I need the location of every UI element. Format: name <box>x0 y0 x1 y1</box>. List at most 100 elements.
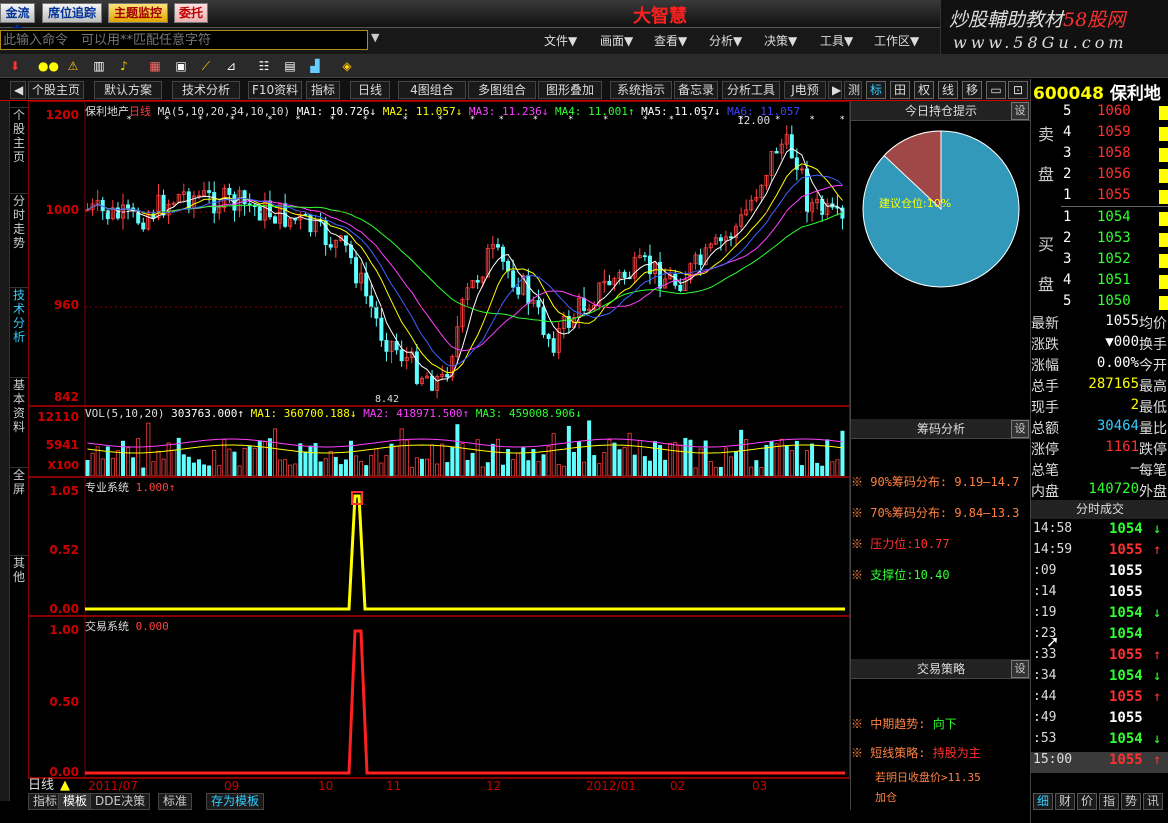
tab-indicator[interactable]: 指标 <box>306 81 340 99</box>
volume-bar <box>805 450 810 476</box>
tab-prev[interactable]: ◀ <box>10 81 26 99</box>
quote-tab[interactable]: 财 <box>1055 793 1075 810</box>
chevron-down-icon[interactable]: ▼ <box>371 31 379 44</box>
tab-overlay[interactable]: 图形叠加 <box>538 81 602 99</box>
menu-tools[interactable]: 工具▼ <box>820 32 853 49</box>
level: 3 <box>1063 251 1072 267</box>
sell-row: 5 1060 <box>1031 103 1168 124</box>
tick-time: :53 <box>1033 731 1057 746</box>
menu-workspace[interactable]: 工作区▼ <box>874 32 919 49</box>
vtab-other[interactable]: 其他 <box>10 555 28 584</box>
tab-daily[interactable]: 日线 <box>350 81 390 99</box>
menu-file[interactable]: 文件▼ <box>544 32 577 49</box>
tab-analysis-tools[interactable]: 分析工具 <box>722 81 780 99</box>
candle-body <box>789 134 794 159</box>
vtab-intraday[interactable]: 分时走势 <box>10 193 28 250</box>
volume-bar <box>556 464 561 476</box>
command-input[interactable] <box>0 30 368 50</box>
tab-test[interactable]: 测 <box>844 81 862 99</box>
volume-bar <box>293 463 298 476</box>
volume-bar <box>582 461 587 476</box>
menu-look[interactable]: 查看▼ <box>654 32 687 49</box>
draw-tool-icon[interactable]: ⊿ <box>222 57 240 75</box>
tab-memo[interactable]: 备忘录 <box>674 81 718 99</box>
candle-body <box>774 151 779 154</box>
volume-bar <box>592 455 597 476</box>
quote-tab[interactable]: 势 <box>1121 793 1141 810</box>
line-tool-icon[interactable]: ⟋ <box>197 57 215 75</box>
star-icon: ※ <box>851 537 871 551</box>
screen-icon[interactable]: ▤ <box>281 57 299 75</box>
pro-system-pane[interactable]: 1.05 0.52 0.00 专业系统 1.000↑ <box>28 477 850 616</box>
toolbar-dots-icon[interactable]: ●● <box>38 57 59 75</box>
vtab-fullscreen[interactable]: 全屏 <box>10 467 28 496</box>
volume-bar <box>338 464 343 476</box>
quote-tab[interactable]: 价 <box>1077 793 1097 810</box>
level: 4 <box>1063 124 1072 140</box>
holdings-settings-button[interactable]: 设 <box>1011 102 1029 120</box>
quote-tab[interactable]: 细 <box>1033 793 1053 810</box>
vtab-fundamentals[interactable]: 基本资料 <box>10 377 28 434</box>
tab-stock-home[interactable]: 个股主页 <box>28 81 84 99</box>
bottom-tab-standard[interactable]: 标准 <box>158 793 193 810</box>
money-flow-button[interactable]: 金流向 <box>0 3 35 38</box>
tab-tech-analysis[interactable]: 技术分析 <box>172 81 240 99</box>
columns-icon[interactable]: ▥ <box>90 57 108 75</box>
trade-system-pane[interactable]: 1.00 0.50 0.00 交易系统 0.000 <box>28 616 850 779</box>
diamond-icon[interactable]: ◈ <box>338 57 356 75</box>
pro-system-header: 专业系统 1.000↑ <box>85 481 176 494</box>
bottom-tab-dde[interactable]: DDE决策 <box>90 793 151 810</box>
down-arrow-icon[interactable]: ⬇ <box>6 57 24 75</box>
menu-decision[interactable]: 决策▼ <box>764 32 797 49</box>
bottom-tab-template[interactable]: 模板 <box>58 793 93 810</box>
candle-body <box>729 236 734 239</box>
chips-settings-button[interactable]: 设 <box>1011 420 1029 438</box>
volume-bar <box>820 465 825 476</box>
quote-tab[interactable]: 指 <box>1099 793 1119 810</box>
y-label: 960 <box>53 298 79 312</box>
theme-monitor-button[interactable]: 主题监控 <box>108 3 168 23</box>
volume-bar <box>232 451 237 476</box>
tick-row: 14:58 1054 ↓ <box>1031 521 1168 542</box>
chart-icon[interactable]: ▦ <box>146 57 164 75</box>
tab-next[interactable]: ▶ <box>828 81 842 99</box>
menu-view[interactable]: 画面▼ <box>600 32 633 49</box>
tab-4-combo[interactable]: 4图组合 <box>398 81 466 99</box>
quote-tab[interactable]: 讯 <box>1143 793 1163 810</box>
list-icon[interactable]: ☷ <box>255 57 273 75</box>
ma-value: MA3: 11.236↓ <box>468 105 555 118</box>
menu-analysis[interactable]: 分析▼ <box>709 32 742 49</box>
bottom-tab-save-template[interactable]: 存为模板 <box>206 793 265 810</box>
volume-pane[interactable]: 12110 5941 X100 VOL(5,10,20) 303763.000↑… <box>28 406 850 477</box>
volume-bar <box>764 444 769 476</box>
warning-icon[interactable]: ⚠ <box>64 57 82 75</box>
line-icon[interactable]: 线 <box>938 81 958 99</box>
period-arrow-icon[interactable]: ▲ <box>60 779 70 793</box>
tab-system-indicator[interactable]: 系统指示 <box>610 81 672 99</box>
price-chart-pane[interactable]: * * * * * * * * * * * * * * * * * * * * * * 1200 1000 960 842… <box>28 101 850 406</box>
seat-tracking-button[interactable]: 席位追踪 <box>42 3 102 23</box>
strategy-settings-button[interactable]: 设 <box>1011 660 1029 678</box>
window-icon[interactable]: ▭ <box>986 81 1006 99</box>
rights-icon[interactable]: 权 <box>914 81 934 99</box>
bottom-tab-indicator[interactable]: 指标 <box>28 793 63 810</box>
stat-row: 涨幅 0.00% 今开 <box>1031 355 1168 376</box>
bell-icon[interactable]: ♪ <box>115 57 133 75</box>
volume-bar <box>784 445 789 476</box>
vtab-stock-home[interactable]: 个股主页 <box>10 107 28 164</box>
bar-chart-icon[interactable]: ▟ <box>306 57 324 75</box>
move-icon[interactable]: 移 <box>962 81 982 99</box>
tab-j-alert[interactable]: J电预 <box>784 81 826 99</box>
volume-bar <box>207 465 212 476</box>
maximize-icon[interactable]: ⊡ <box>1008 81 1028 99</box>
grid-icon[interactable]: 田 <box>890 81 910 99</box>
volume-bar <box>430 444 435 476</box>
price: 1053 <box>1097 230 1131 246</box>
tab-f10[interactable]: F10资料 <box>248 81 302 99</box>
tab-default-scheme[interactable]: 默认方案 <box>94 81 162 99</box>
mark-icon[interactable]: 标 <box>866 81 886 99</box>
image-icon[interactable]: ▣ <box>172 57 190 75</box>
tab-multi-combo[interactable]: 多图组合 <box>468 81 536 99</box>
entrust-button[interactable]: 委托 <box>174 3 208 23</box>
vtab-tech-analysis[interactable]: 技术分析 <box>10 287 28 344</box>
